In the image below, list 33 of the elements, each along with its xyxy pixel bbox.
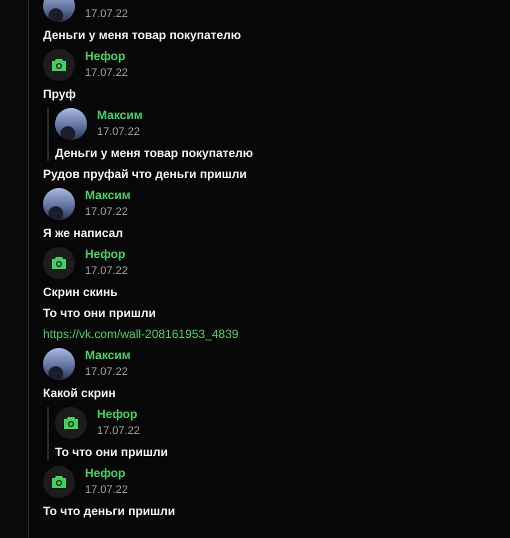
message-text: Пруф [43, 87, 77, 102]
avatar-photo-placeholder [43, 348, 75, 380]
message-link[interactable]: https://vk.com/wall-208161953_4839 [43, 327, 510, 342]
message-text: Я же написал [43, 226, 124, 241]
author-name: Максим [85, 188, 131, 203]
message-text: Деньги у меня товар покупателю [43, 28, 242, 43]
message-date: 17.07.22 [85, 7, 128, 22]
message-date: 17.07.22 [85, 365, 129, 380]
avatar-photo-placeholder [43, 188, 75, 220]
message-text: То что деньги пришли [43, 504, 176, 519]
quoted-text: То что они пришли [55, 445, 169, 460]
author-name: Нефор [85, 466, 126, 481]
message-date: 17.07.22 [85, 205, 129, 220]
message-text: То что они пришли [43, 306, 157, 321]
message-date: 17.07.22 [97, 424, 140, 439]
message-date: 17.07.22 [85, 483, 128, 498]
camera-icon [51, 475, 67, 489]
author-name: Нефор [85, 247, 126, 262]
message-date: 17.07.22 [85, 66, 128, 81]
camera-icon [51, 256, 67, 270]
message-text: Какой скрин [43, 386, 117, 401]
camera-icon [63, 416, 79, 430]
message-text: Скрин скинь [43, 285, 119, 300]
author-name: Нефор [85, 49, 126, 64]
camera-icon [51, 58, 67, 72]
author-name: Максим [85, 348, 131, 363]
author-name: Нефор [97, 407, 138, 422]
avatar-photo-placeholder [55, 108, 87, 140]
quoted-text: Деньги у меня товар покупателю [55, 146, 254, 161]
message-text: Рудов пруфай что деньги пришли [43, 167, 248, 182]
message-date: 17.07.22 [97, 125, 141, 140]
author-name: Максим [97, 108, 143, 123]
message-date: 17.07.22 [85, 264, 128, 279]
